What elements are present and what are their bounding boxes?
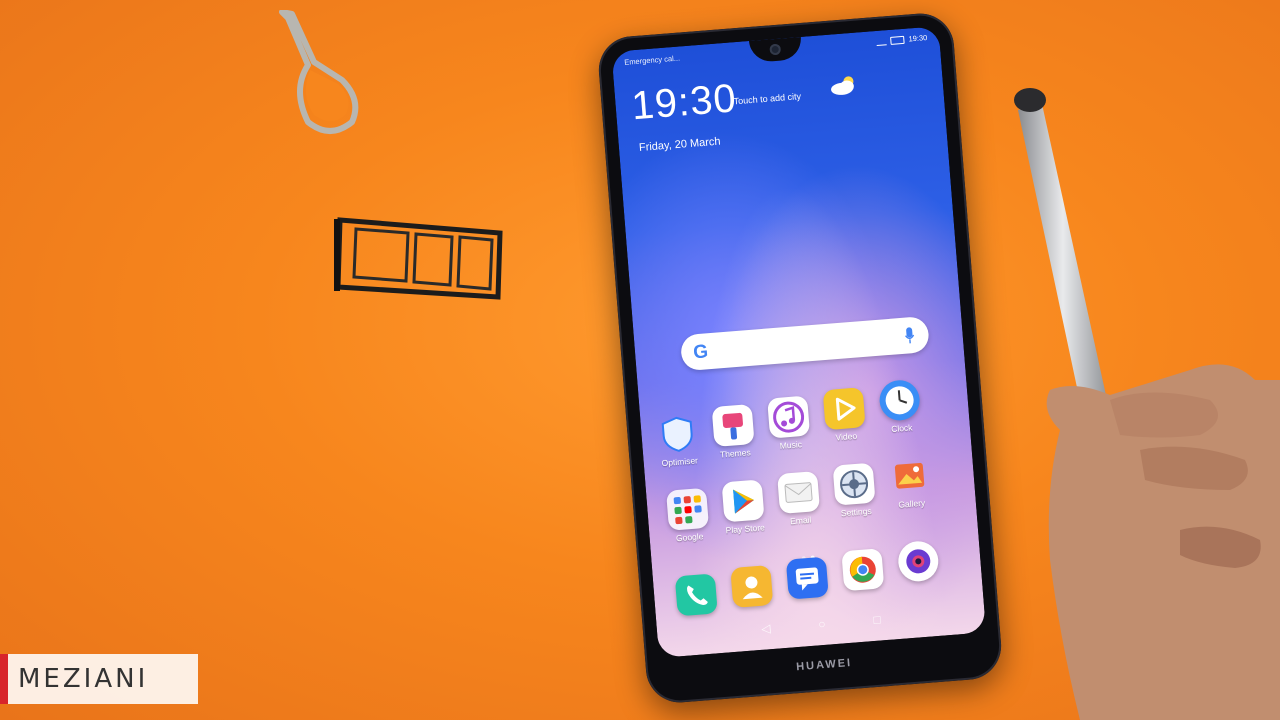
status-time: 19:30 — [908, 33, 928, 44]
play-icon — [822, 387, 866, 431]
play-store-icon — [721, 479, 765, 523]
phone-icon — [674, 573, 718, 617]
app-label: Clock — [890, 422, 913, 435]
google-search-bar[interactable]: G — [679, 315, 930, 372]
messages-icon — [785, 556, 829, 600]
home-button[interactable]: ○ — [818, 617, 826, 632]
carrier-label: Emergency cal... — [623, 53, 681, 67]
home-screen: Emergency cal... 19:30 19:30 Touch to ad… — [611, 26, 987, 658]
app-settings[interactable]: Settings — [825, 462, 885, 519]
camera-icon — [896, 539, 940, 583]
chrome-icon — [841, 548, 885, 592]
dock-contacts[interactable] — [722, 564, 781, 608]
envelope-icon — [777, 471, 821, 515]
app-label: Optimiser — [661, 455, 699, 469]
clock-icon — [878, 378, 922, 422]
app-themes[interactable]: Themes — [704, 403, 764, 460]
app-email[interactable]: Email — [769, 470, 829, 527]
dock-camera[interactable] — [889, 539, 948, 583]
clock-widget-time[interactable]: 19:30 — [630, 76, 738, 129]
clock-widget-date: Friday, 20 March — [638, 135, 721, 154]
app-label: Music — [779, 439, 803, 451]
sim-ejector-pin — [279, 10, 359, 134]
mic-icon[interactable] — [904, 326, 915, 345]
weather-city-prompt[interactable]: Touch to add city — [733, 91, 801, 106]
paintbrush-icon — [711, 403, 755, 447]
dock-messages[interactable] — [778, 556, 837, 600]
sim-tray — [334, 217, 503, 300]
app-label: Google — [675, 531, 704, 544]
hand — [1046, 364, 1280, 720]
app-gallery[interactable]: Gallery — [880, 454, 940, 511]
gear-icon — [832, 462, 876, 506]
dock-chrome[interactable] — [833, 548, 892, 592]
shield-icon — [656, 412, 699, 455]
app-label: Email — [789, 514, 812, 527]
app-video[interactable]: Video — [815, 387, 875, 444]
app-google-folder[interactable]: Google — [658, 487, 718, 544]
partly-cloudy-icon[interactable] — [828, 73, 860, 97]
app-play-store[interactable]: Play Store — [714, 479, 774, 536]
google-folder-icon — [666, 487, 710, 531]
back-button[interactable]: ◁ — [761, 621, 771, 636]
status-right-group: 19:30 — [876, 33, 928, 46]
dock-phone[interactable] — [667, 573, 726, 617]
watermark-accent-bar — [0, 654, 8, 704]
app-label: Play Store — [725, 522, 766, 536]
smartphone: Emergency cal... 19:30 19:30 Touch to ad… — [596, 11, 1004, 705]
music-note-icon — [767, 395, 811, 439]
google-logo-icon: G — [692, 341, 709, 364]
app-label: Settings — [840, 505, 872, 519]
app-label: Video — [835, 430, 858, 443]
app-optimiser[interactable]: Optimiser — [648, 412, 708, 469]
battery-icon — [890, 35, 905, 45]
signal-icon — [876, 36, 887, 46]
gallery-icon — [888, 454, 931, 497]
app-clock[interactable]: Clock — [870, 378, 930, 435]
watermark-text: MEZIANI — [18, 664, 149, 694]
app-label: Gallery — [897, 497, 926, 510]
app-music[interactable]: Music — [759, 395, 819, 452]
recents-button[interactable]: □ — [873, 613, 881, 628]
app-label: Themes — [719, 447, 751, 460]
contacts-icon — [730, 564, 774, 608]
channel-watermark: MEZIANI — [0, 654, 198, 704]
